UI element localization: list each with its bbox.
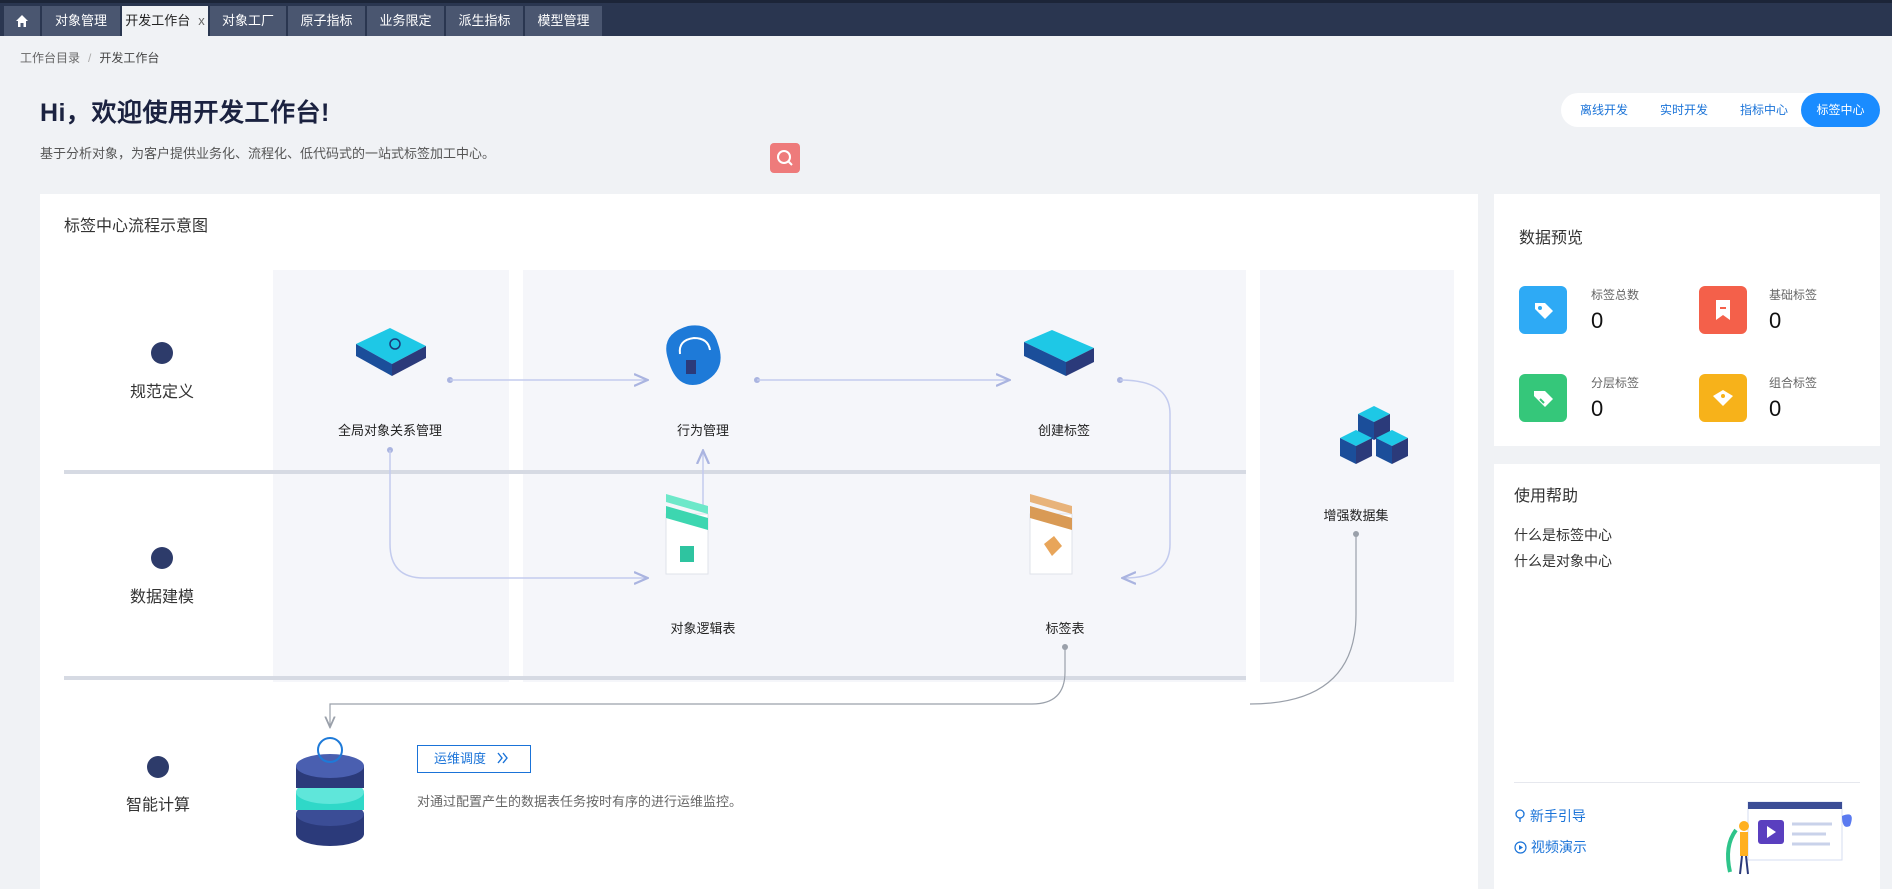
create-tag-illustration	[1024, 330, 1094, 376]
tab-bar: 对象管理 开发工作台 x 对象工厂 原子指标 业务限定 派生指标 模型管理	[0, 0, 1892, 36]
close-icon[interactable]: x	[198, 13, 205, 28]
tab-label: 业务限定	[379, 13, 432, 28]
node-logic-table[interactable]: 对象逻辑表	[603, 618, 803, 637]
data-preview-card: 数据预览 标签总数 0 基础标签 0 分层标签 0 组合标签 0	[1494, 194, 1880, 446]
node-create-tag[interactable]: 创建标签	[964, 420, 1164, 439]
guide-label: 新手引导	[1529, 808, 1586, 824]
search-button[interactable]	[770, 143, 800, 173]
tab-label: 原子指标	[300, 13, 353, 28]
tag-table-illustration	[1029, 494, 1073, 575]
mode-offline-dev[interactable]: 离线开发	[1565, 93, 1643, 127]
node-tag-table[interactable]: 标签表	[965, 618, 1165, 637]
page-title: Hi，欢迎使用开发工作台!	[40, 99, 330, 127]
logic-table-illustration	[665, 494, 709, 575]
help-title: 使用帮助	[1514, 488, 1579, 505]
tab-business-qualifier[interactable]: 业务限定	[367, 6, 444, 36]
tab-atomic-metrics[interactable]: 原子指标	[288, 6, 365, 36]
search-icon	[777, 150, 793, 166]
combo-tag-icon	[1699, 374, 1747, 422]
layered-tag-icon	[1519, 374, 1567, 422]
tab-label: 开发工作台	[125, 13, 191, 28]
mode-switch: 离线开发 实时开发 指标中心 标签中心	[1561, 93, 1880, 127]
node-enhanced-dataset[interactable]: 增强数据集	[1256, 505, 1456, 524]
tab-label: 模型管理	[537, 13, 590, 28]
stat-label-layered: 分层标签	[1591, 376, 1640, 390]
help-card: 使用帮助 什么是标签中心 什么是对象中心 新手引导 视频演示	[1494, 464, 1880, 889]
tab-label: 派生指标	[458, 13, 511, 28]
video-label: 视频演示	[1530, 839, 1587, 855]
guide-link[interactable]: 新手引导	[1514, 806, 1586, 826]
database-illustration	[296, 737, 364, 846]
help-link-tag-center[interactable]: 什么是标签中心	[1514, 525, 1612, 545]
page-subtitle: 基于分析对象，为客户提供业务化、流程化、低代码式的一站式标签加工中心。	[40, 146, 496, 161]
lightbulb-icon	[1515, 809, 1525, 822]
stat-value-combo: 0	[1769, 396, 1782, 421]
help-divider	[1514, 782, 1860, 783]
stat-label-total: 标签总数	[1591, 288, 1640, 302]
mode-realtime-dev[interactable]: 实时开发	[1645, 93, 1723, 127]
home-icon	[16, 15, 28, 27]
tab-label: 对象管理	[54, 13, 107, 28]
connector	[330, 531, 1359, 726]
global-relation-illustration	[356, 328, 426, 376]
tab-home[interactable]	[4, 6, 40, 36]
tab-dev-workbench[interactable]: 开发工作台 x	[122, 6, 208, 36]
stat-value-total: 0	[1591, 308, 1604, 333]
double-chevron-right-icon	[497, 752, 508, 764]
behavior-illustration	[666, 325, 721, 385]
video-link[interactable]: 视频演示	[1514, 837, 1587, 857]
mode-tag-center[interactable]: 标签中心	[1801, 93, 1880, 127]
breadcrumb-root[interactable]: 工作台目录	[20, 51, 80, 65]
breadcrumb-separator: /	[88, 51, 92, 65]
tab-label: 对象工厂	[221, 13, 274, 28]
node-global-relation[interactable]: 全局对象关系管理	[290, 420, 490, 439]
mode-metric-center[interactable]: 指标中心	[1725, 93, 1803, 127]
stat-label-basic: 基础标签	[1769, 288, 1818, 302]
breadcrumb-current: 开发工作台	[99, 51, 160, 65]
ops-schedule-label: 运维调度	[434, 751, 487, 766]
ops-schedule-button[interactable]: 运维调度	[417, 745, 531, 773]
breadcrumb: 工作台目录 / 开发工作台	[20, 49, 159, 66]
tab-object-management[interactable]: 对象管理	[42, 6, 120, 36]
ops-description: 对通过配置产生的数据表任务按时有序的进行运维监控。	[417, 794, 743, 809]
stat-value-layered: 0	[1591, 396, 1604, 421]
node-behavior[interactable]: 行为管理	[603, 420, 803, 439]
play-circle-icon	[1514, 841, 1527, 854]
stat-value-basic: 0	[1769, 308, 1782, 333]
help-illustration	[1726, 801, 1852, 875]
tab-object-factory[interactable]: 对象工厂	[210, 6, 286, 36]
flow-panel: 标签中心流程示意图 规范定义 数据建模 智能计算 全局对象关系管理 行为管理 创…	[40, 194, 1478, 889]
tag-icon	[1519, 286, 1567, 334]
bookmark-icon	[1699, 286, 1747, 334]
tab-derived-metrics[interactable]: 派生指标	[446, 6, 523, 36]
tab-model-management[interactable]: 模型管理	[525, 6, 602, 36]
stat-label-combo: 组合标签	[1769, 376, 1818, 390]
enhanced-dataset-illustration	[1340, 406, 1408, 464]
flow-diagram	[296, 325, 1408, 846]
data-preview-title: 数据预览	[1519, 230, 1584, 247]
help-link-object-center[interactable]: 什么是对象中心	[1514, 551, 1612, 571]
